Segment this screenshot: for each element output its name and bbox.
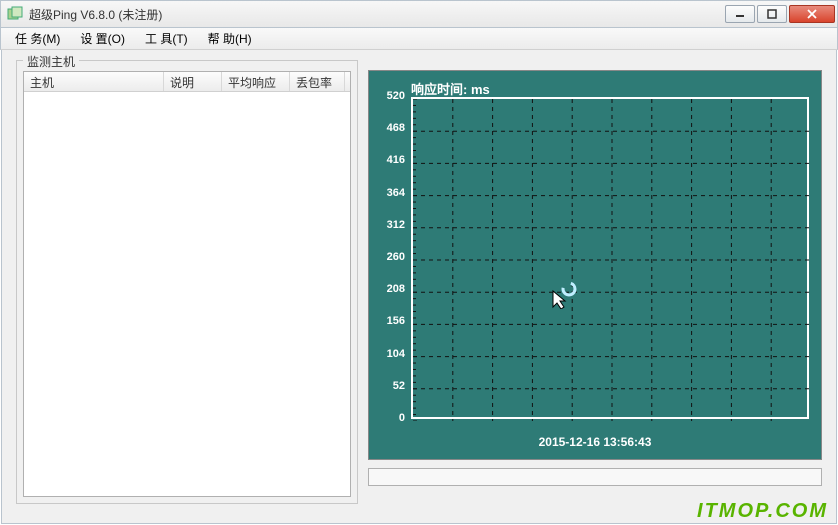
minimize-button[interactable]: [725, 5, 755, 23]
chart-ytick: 0: [369, 412, 405, 424]
col-avg[interactable]: 平均响应: [222, 72, 290, 91]
col-desc[interactable]: 说明: [164, 72, 222, 91]
menu-tools[interactable]: 工 具(T): [135, 28, 198, 49]
menu-task[interactable]: 任 务(M): [5, 28, 70, 49]
chart-ytick: 260: [369, 251, 405, 263]
chart-xaxis-label: 2015-12-16 13:56:43: [369, 435, 821, 449]
chart-ytick: 104: [369, 348, 405, 360]
hosts-body: [24, 92, 350, 496]
col-host[interactable]: 主机: [24, 72, 164, 91]
chart-ytick: 208: [369, 283, 405, 295]
chart-status-bar: [368, 468, 822, 486]
app-icon: [7, 6, 23, 22]
chart-panel: 响应时间: ms 052104156208260312364416468520 …: [368, 70, 822, 460]
hosts-legend: 监测主机: [23, 53, 79, 70]
hosts-listview[interactable]: 主机 说明 平均响应 丢包率: [23, 71, 351, 497]
client-area: 监测主机 主机 说明 平均响应 丢包率 响应时间: ms 0 52 104 156 20…: [1, 50, 837, 524]
chart-grid: [413, 99, 811, 421]
window-title: 超级Ping V6.8.0 (未注册): [29, 6, 723, 23]
hosts-fieldset: 监测主机 主机 说明 平均响应 丢包率: [16, 60, 358, 504]
title-bar: 超级Ping V6.8.0 (未注册): [0, 0, 838, 28]
chart-ytick: 468: [369, 122, 405, 134]
col-loss[interactable]: 丢包率: [290, 72, 345, 91]
chart-ytick: 520: [369, 90, 405, 102]
menu-settings[interactable]: 设 置(O): [70, 28, 135, 49]
chart-ytick: 156: [369, 315, 405, 327]
chart-ytick: 416: [369, 154, 405, 166]
menu-help[interactable]: 帮 助(H): [198, 28, 262, 49]
chart-title: 响应时间: ms: [411, 79, 490, 98]
chart-ytick: 52: [369, 380, 405, 392]
close-button[interactable]: [789, 5, 835, 23]
hosts-header: 主机 说明 平均响应 丢包率: [24, 72, 350, 92]
chart-yaxis: 0 52 104 156 208 260 312 364 416 468 520: [369, 93, 409, 423]
chart-plot-area: [411, 97, 809, 419]
menu-bar: 任 务(M) 设 置(O) 工 具(T) 帮 助(H): [0, 28, 838, 50]
chart-ytick: 364: [369, 187, 405, 199]
chart-ytick: 312: [369, 219, 405, 231]
maximize-button[interactable]: [757, 5, 787, 23]
watermark: ITMOP.COM: [697, 500, 828, 523]
